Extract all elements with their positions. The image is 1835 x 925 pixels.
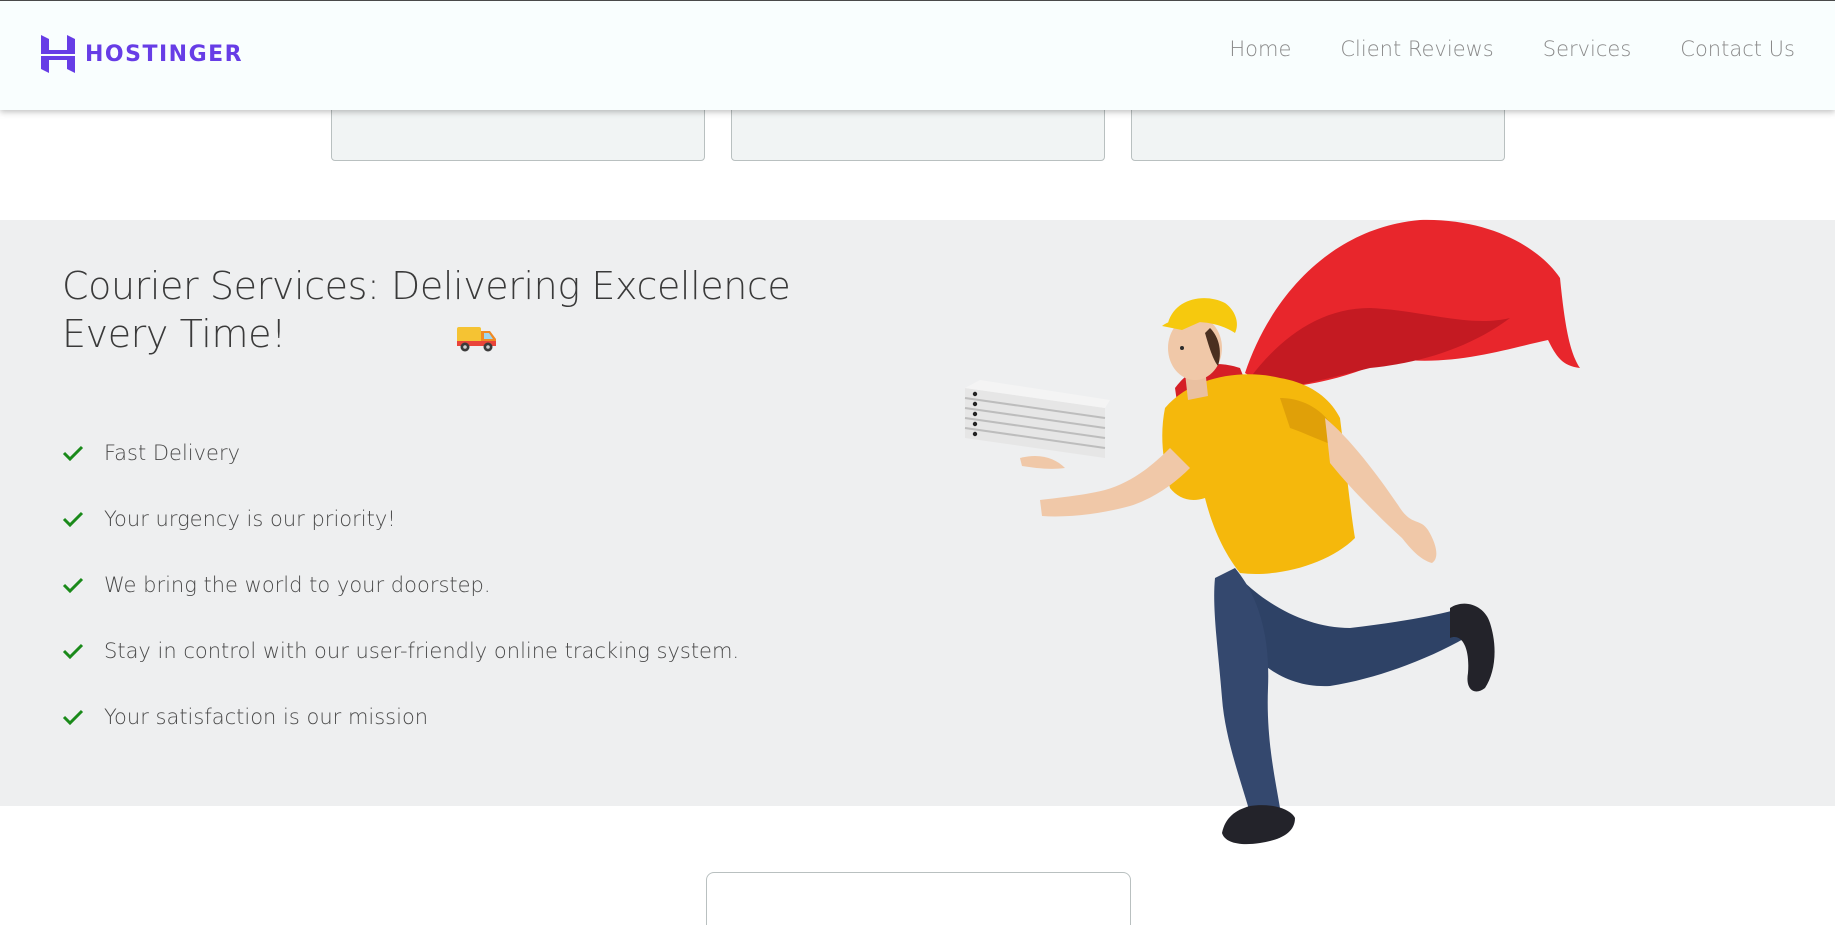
feature-text: Your satisfaction is our mission <box>104 705 429 729</box>
feature-item: Your satisfaction is our mission <box>62 684 739 750</box>
check-icon <box>62 643 84 660</box>
feature-text: Your urgency is our priority! <box>104 507 396 531</box>
feature-text: Fast Delivery <box>104 441 241 465</box>
check-icon <box>62 445 84 462</box>
feature-list: Fast Delivery Your urgency is our priori… <box>62 420 739 750</box>
nav-contact-us-link[interactable]: Contact Us <box>1680 37 1795 61</box>
feature-item: Fast Delivery <box>62 420 739 486</box>
nav-services-link[interactable]: Services <box>1543 37 1632 61</box>
page: HOSTINGER Home Client Reviews Services C… <box>0 0 1835 925</box>
brand-name: HOSTINGER <box>85 41 244 67</box>
feature-item: Your urgency is our priority! <box>62 486 739 552</box>
navbar: HOSTINGER Home Client Reviews Services C… <box>0 0 1835 110</box>
nav-client-reviews-link[interactable]: Client Reviews <box>1340 37 1493 61</box>
delivery-truck-icon <box>457 327 496 352</box>
brand-logo-link[interactable]: HOSTINGER <box>41 35 243 73</box>
nav-menu: Home Client Reviews Services Contact Us <box>1229 37 1795 61</box>
content-card <box>706 872 1131 925</box>
check-icon <box>62 511 84 528</box>
nav-home-link[interactable]: Home <box>1229 37 1291 61</box>
check-icon <box>62 709 84 726</box>
feature-item: We bring the world to your doorstep. <box>62 552 739 618</box>
feature-item: Stay in control with our user-friendly o… <box>62 618 739 684</box>
feature-text: We bring the world to your doorstep. <box>104 573 491 597</box>
hostinger-logo-icon <box>41 35 75 73</box>
courier-hero-image <box>964 219 1580 845</box>
check-icon <box>62 577 84 594</box>
feature-text: Stay in control with our user-friendly o… <box>104 639 740 663</box>
